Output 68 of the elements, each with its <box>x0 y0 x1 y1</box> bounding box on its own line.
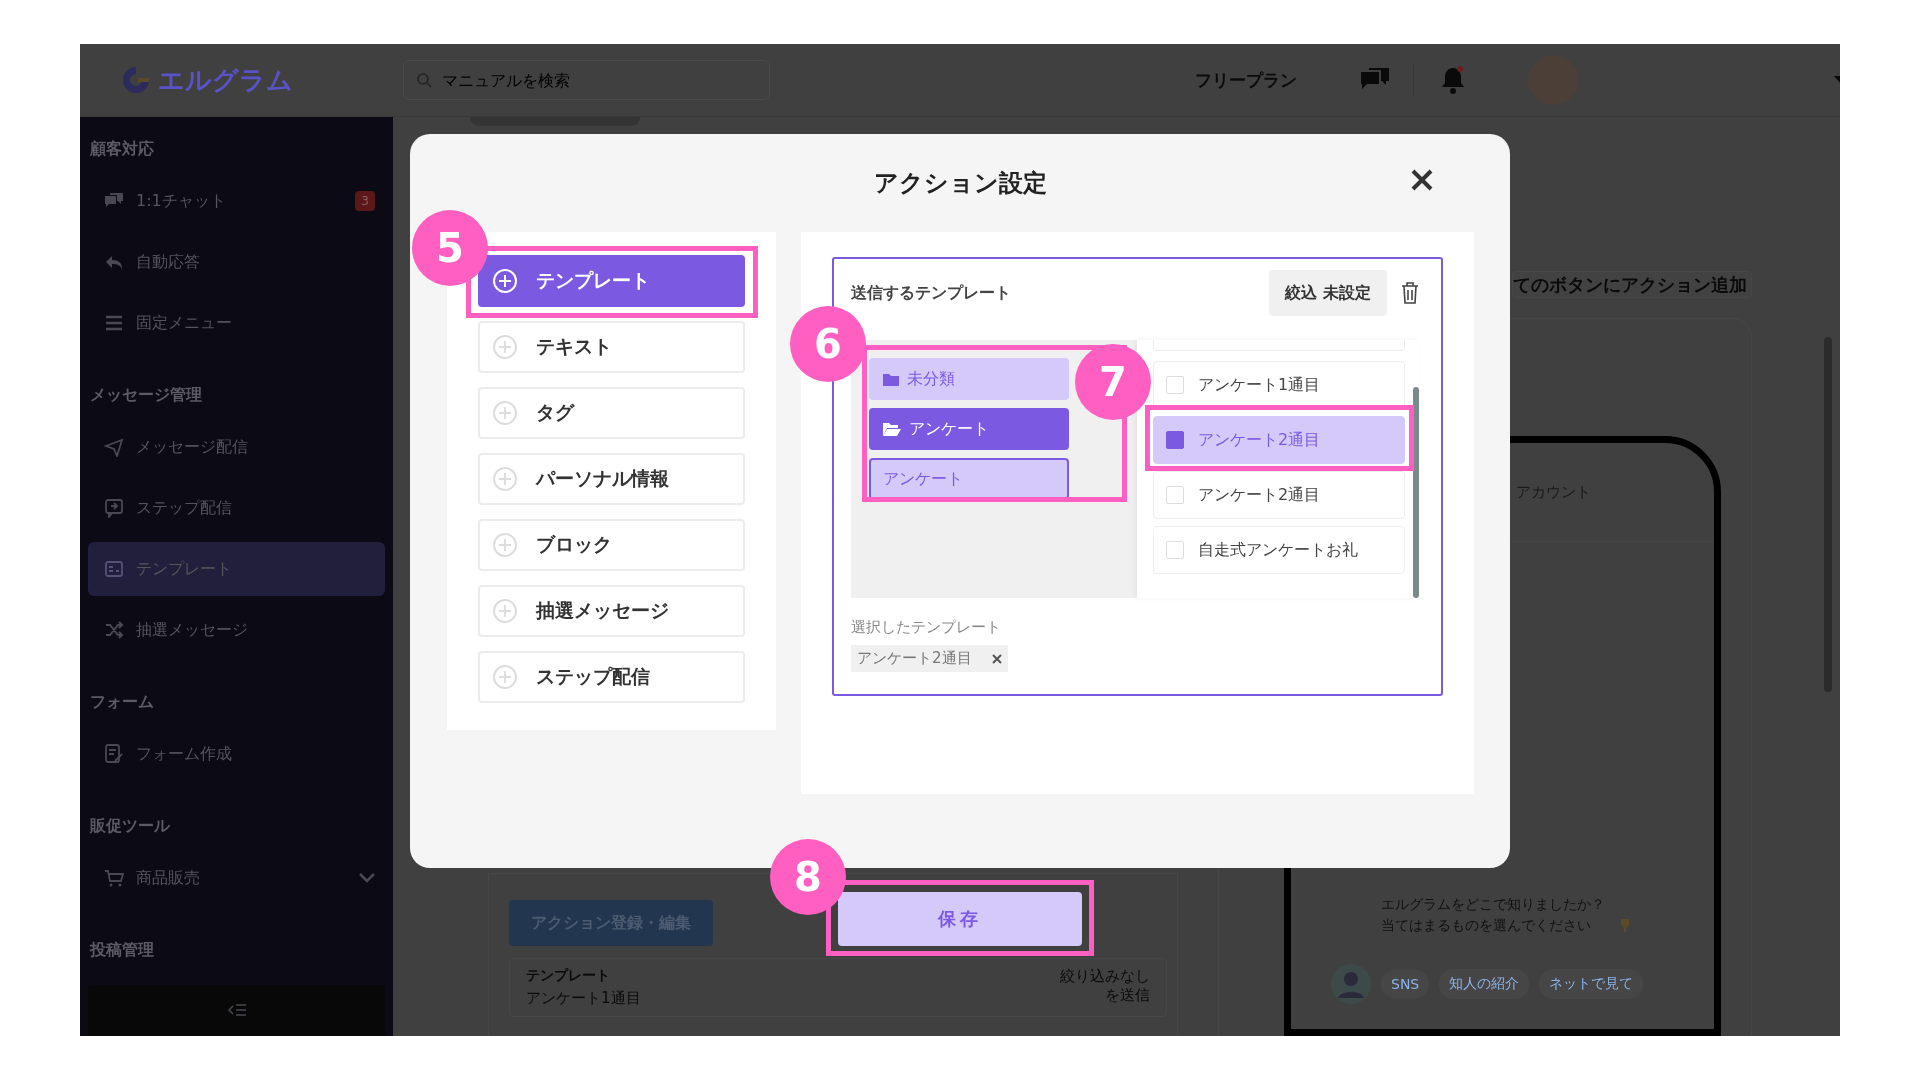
section-title: メッセージ管理 <box>89 384 203 406</box>
quick-reply-chip[interactable]: SNS <box>1381 970 1430 998</box>
section-title: 販促ツール <box>89 815 171 837</box>
action-type-button[interactable]: ブロック <box>478 519 745 571</box>
action-type-button[interactable]: 抽選メッセージ <box>478 585 745 637</box>
filter-button[interactable]: 絞込 未設定 <box>1269 270 1387 316</box>
sidebar-item[interactable]: 1:1チャット 3 <box>88 174 385 228</box>
section-title: フォーム <box>89 691 155 713</box>
chevron-down-icon[interactable] <box>359 873 375 883</box>
action-type-button[interactable]: テキスト <box>478 321 745 373</box>
quick-reply-chip[interactable]: ネットで見て <box>1539 969 1644 999</box>
sidebar-item[interactable]: 抽選メッセージ <box>88 603 385 657</box>
selected-label: 選択したテンプレート <box>851 618 1002 637</box>
quick-reply-chip[interactable]: 知人の紹介 <box>1439 969 1530 999</box>
menu-item-icon <box>104 498 124 518</box>
sidebar-item[interactable]: 固定メニュー <box>88 296 385 350</box>
section-title: 投稿管理 <box>88 939 155 961</box>
plus-circle-icon <box>492 664 518 690</box>
folder-item[interactable]: アンケート <box>869 408 1069 450</box>
template-item[interactable]: アンケート2通目 <box>1153 416 1405 464</box>
avatar-icon <box>1331 964 1371 1004</box>
menu-item-icon <box>104 313 124 333</box>
sidebar-item[interactable]: フォーム作成 <box>88 727 385 781</box>
logo-text[interactable]: エルグラム <box>158 62 293 98</box>
remove-icon[interactable] <box>991 653 1002 664</box>
template-item[interactable]: アンケート2通目 <box>1153 471 1405 519</box>
folder-icon <box>883 372 899 386</box>
scrollbar[interactable] <box>1413 387 1419 598</box>
plus-circle-icon <box>492 400 518 426</box>
selected-template-chip: アンケート2通目 <box>851 645 1008 672</box>
sidebar-item[interactable]: 自動応答 <box>88 235 385 289</box>
plus-circle-icon <box>492 532 518 558</box>
close-icon[interactable] <box>1410 168 1434 192</box>
sidebar-item[interactable]: メッセージ配信 <box>88 420 385 474</box>
checkbox[interactable] <box>1166 431 1184 449</box>
sidebar-item[interactable]: 商品販売 <box>88 851 385 905</box>
action-type-button[interactable]: テンプレート <box>478 255 745 307</box>
save-button[interactable]: 保存 <box>838 892 1082 946</box>
collapse-icon <box>227 1004 246 1018</box>
pointing-hand-icon <box>1619 918 1631 932</box>
unread-badge: 3 <box>355 191 375 211</box>
menu-item-icon <box>104 559 124 579</box>
action-type-button[interactable]: ステップ配信 <box>478 651 745 703</box>
sidebar-item[interactable]: ステップ配信 <box>88 481 385 535</box>
menu-item-icon <box>104 437 124 457</box>
add-action-all-button[interactable]: てのボタンにアクション追加 <box>1512 271 1752 298</box>
open-folder-icon <box>883 422 901 436</box>
plus-circle-icon <box>492 598 518 624</box>
folder-item[interactable]: 未分類 <box>869 358 1069 400</box>
trash-icon[interactable] <box>1401 282 1419 304</box>
action-type-button[interactable]: タグ <box>478 387 745 439</box>
plus-circle-icon <box>492 334 518 360</box>
plus-circle-icon <box>492 466 518 492</box>
action-type-button[interactable]: パーソナル情報 <box>478 453 745 505</box>
bell-icon[interactable] <box>1440 65 1466 95</box>
search-field[interactable]: マニュアルを検索 <box>403 60 770 100</box>
section-title: 顧客対応 <box>88 138 155 160</box>
dialog-title: アクション設定 <box>874 168 1047 199</box>
picker-title: 送信するテンプレート <box>851 282 1012 304</box>
logo-icon <box>120 64 152 96</box>
menu-item-icon <box>104 868 124 888</box>
template-item[interactable]: 自走式アンケートお礼 <box>1153 526 1405 574</box>
folder-item[interactable]: アンケート <box>869 458 1069 500</box>
menu-item-icon <box>104 620 124 640</box>
search-icon <box>416 72 432 88</box>
menu-item-icon <box>104 744 124 764</box>
plus-circle-icon <box>492 268 518 294</box>
collapse-button[interactable] <box>88 985 385 1036</box>
